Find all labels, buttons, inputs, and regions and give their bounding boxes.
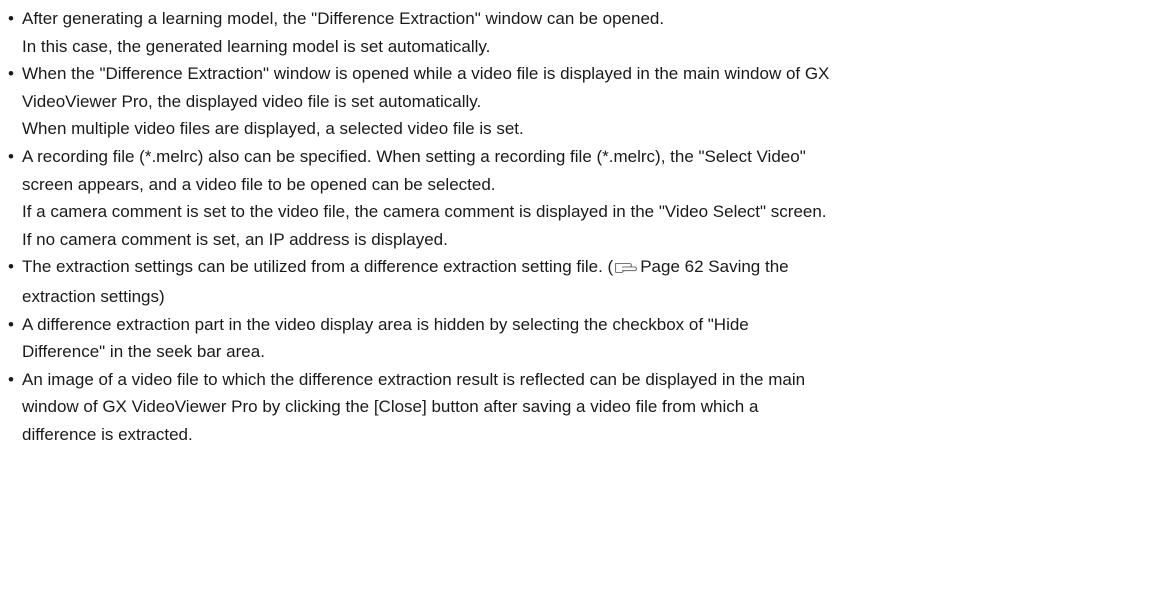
note-line: In this case, the generated learning mod… [22, 36, 491, 56]
note-item-3: • A recording file (*.melrc) also can be… [8, 143, 1162, 253]
note-line: difference is extracted. [22, 424, 193, 444]
note-line: When multiple video files are displayed,… [22, 119, 524, 139]
bullet-marker: • [8, 257, 14, 277]
document-page: • After generating a learning model, the… [0, 0, 1170, 590]
note-line: A difference extraction part in the vide… [22, 314, 749, 334]
note-line: After generating a learning model, the "… [22, 9, 665, 28]
bullet-marker: • [8, 314, 14, 334]
note-text: The extraction settings can be utilized … [22, 257, 614, 277]
note-line: VideoViewer Pro, the displayed video fil… [22, 91, 482, 111]
note-line: Difference" in the seek bar area. [22, 342, 265, 362]
bullet-marker: • [8, 64, 14, 84]
notes-list: • After generating a learning model, the… [8, 5, 1162, 449]
note-line: extraction settings) [22, 286, 165, 306]
note-line: A recording file (*.melrc) also can be s… [22, 146, 806, 166]
note-item-1: • After generating a learning model, the… [8, 5, 1162, 60]
bullet-marker: • [8, 9, 14, 28]
note-item-6: • An image of a video file to which the … [8, 366, 1162, 449]
page-62-reference-link[interactable]: Page 62 Saving the [640, 257, 788, 276]
bullet-marker: • [8, 369, 14, 389]
bullet-marker: • [8, 146, 14, 166]
note-line: When the "Difference Extraction" window … [22, 64, 830, 84]
note-line: An image of a video file to which the di… [22, 369, 806, 389]
note-line-with-reference: The extraction settings can be utilized … [22, 253, 1162, 283]
note-line: window of GX VideoViewer Pro by clicking… [22, 397, 759, 417]
note-item-5: • A difference extraction part in the vi… [8, 311, 1162, 366]
note-item-4: • The extraction settings can be utilize… [8, 253, 1162, 310]
note-line: screen appears, and a video file to be o… [22, 174, 496, 194]
note-line: If no camera comment is set, an IP addre… [22, 229, 448, 249]
note-item-2: • When the "Difference Extraction" windo… [8, 60, 1162, 143]
note-line: If a camera comment is set to the video … [22, 202, 827, 222]
pointing-hand-reference-icon [614, 255, 638, 283]
